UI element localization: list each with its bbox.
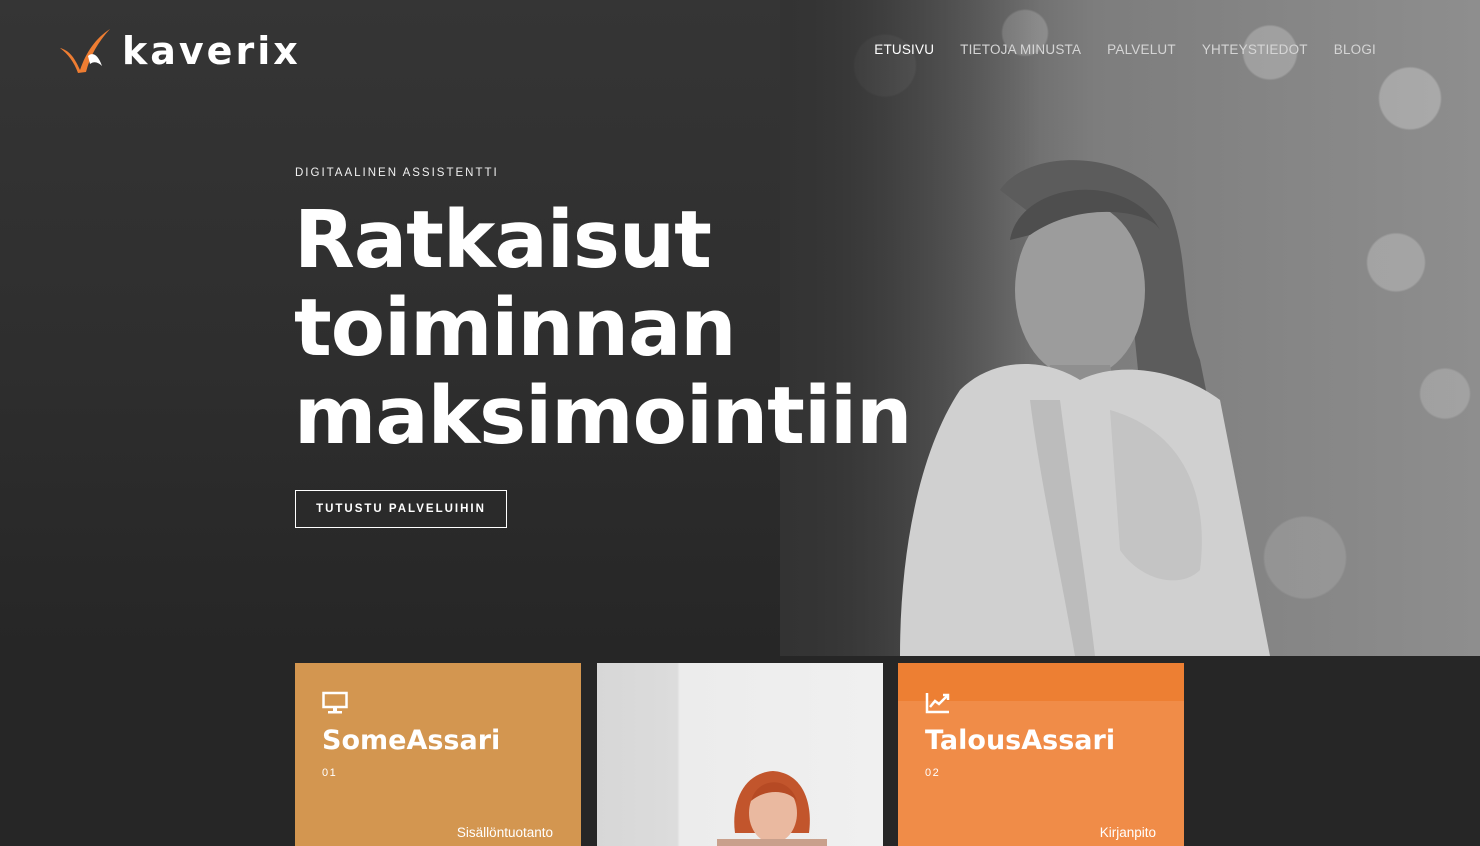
checkmark-logo-icon xyxy=(60,29,110,73)
service-card-someassari[interactable]: SomeAssari 01 Sisällöntuotanto xyxy=(295,663,581,846)
chart-line-icon xyxy=(925,693,950,714)
hero-person-image xyxy=(900,160,1270,656)
card-title: TalousAssari xyxy=(925,725,1116,756)
service-card-talousassari[interactable]: TalousAssari 02 Kirjanpito xyxy=(898,663,1184,846)
card-title: SomeAssari xyxy=(322,725,501,756)
hero-section: kaverix ETUSIVU TIETOJA MINUSTA PALVELUT… xyxy=(0,0,1480,656)
card-number: 01 xyxy=(322,767,338,779)
monitor-icon xyxy=(322,691,348,714)
headline-line-1: Ratkaisut xyxy=(294,194,712,286)
explore-services-button[interactable]: TUTUSTU PALVELUIHIN xyxy=(295,490,507,528)
nav-item-palvelut[interactable]: PALVELUT xyxy=(1107,42,1176,57)
hero-eyebrow: DIGITAALINEN ASSISTENTTI xyxy=(295,167,499,179)
main-navigation: ETUSIVU TIETOJA MINUSTA PALVELUT YHTEYST… xyxy=(874,42,1376,57)
card-tag: Kirjanpito xyxy=(1099,825,1156,840)
nav-item-blogi[interactable]: BLOGI xyxy=(1334,42,1376,57)
photo-card xyxy=(597,663,883,846)
card-person-image xyxy=(717,771,827,846)
headline-line-2: toiminnan xyxy=(294,282,737,374)
nav-item-tietoja-minusta[interactable]: TIETOJA MINUSTA xyxy=(960,42,1081,57)
headline-line-3: maksimointiin xyxy=(294,370,912,462)
nav-item-etusivu[interactable]: ETUSIVU xyxy=(874,42,934,57)
brand-name: kaverix xyxy=(122,29,301,73)
card-tag: Sisällöntuotanto xyxy=(456,825,553,840)
card-number: 02 xyxy=(925,767,941,779)
brand-logo[interactable]: kaverix xyxy=(58,26,301,76)
hero-headline: Ratkaisut toiminnan maksimointiin xyxy=(294,194,912,462)
nav-item-yhteystiedot[interactable]: YHTEYSTIEDOT xyxy=(1202,42,1308,57)
